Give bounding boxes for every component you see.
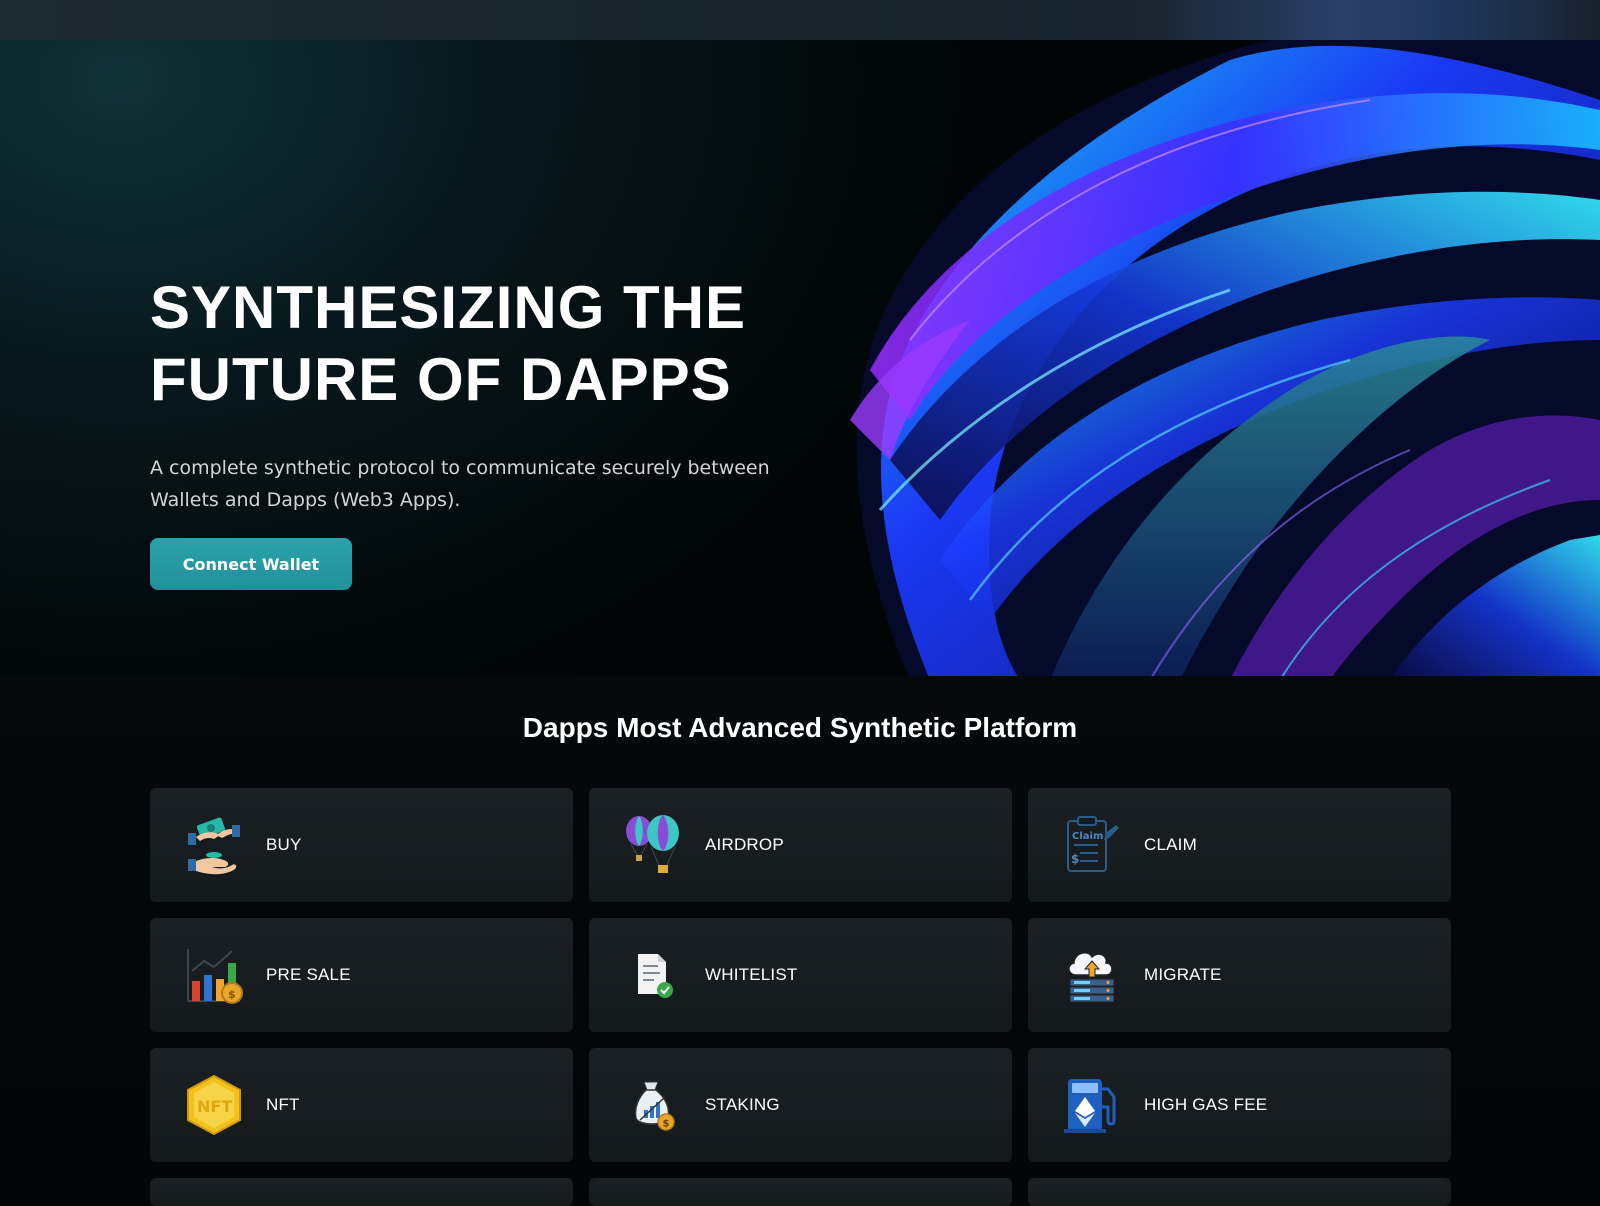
svg-text:$: $ (1071, 852, 1079, 866)
feature-card-pre-sale[interactable]: $ PRE SALE (150, 918, 573, 1032)
hero-section: SYNTHESIZING THE FUTURE OF DAPPS A compl… (0, 40, 1600, 676)
hero-title: SYNTHESIZING THE FUTURE OF DAPPS (150, 274, 747, 413)
nft-hexagon-icon: NFT (182, 1073, 246, 1137)
platform-section: Dapps Most Advanced Synthetic Platform B… (0, 676, 1600, 1206)
feature-card-claim[interactable]: Claim $ CLAIM (1028, 788, 1451, 902)
feature-label: AIRDROP (705, 835, 784, 854)
feature-card-partial[interactable] (1028, 1178, 1451, 1206)
abstract-ribbons-image (850, 40, 1600, 676)
section-title: Dapps Most Advanced Synthetic Platform (522, 712, 1078, 743)
svg-text:Claim: Claim (1072, 831, 1103, 842)
feature-label: PRE SALE (266, 965, 351, 984)
svg-text:NFT: NFT (197, 1097, 232, 1116)
feature-card-migrate[interactable]: MIGRATE (1028, 918, 1451, 1032)
money-bag-chart-icon: $ (621, 1073, 685, 1137)
feature-card-whitelist[interactable]: WHITELIST (589, 918, 1012, 1032)
feature-label: NFT (266, 1095, 300, 1114)
feature-label: BUY (266, 835, 302, 854)
feature-label: STAKING (705, 1095, 780, 1114)
feature-card-partial[interactable] (150, 1178, 573, 1206)
feature-grid: BUY AIRDROP Claim $ CLAIM $ PRE SALE WHI… (150, 788, 1451, 1206)
feature-label: WHITELIST (705, 965, 798, 984)
feature-label: HIGH GAS FEE (1144, 1095, 1268, 1114)
connect-wallet-button[interactable]: Connect Wallet (150, 538, 352, 590)
cloud-upload-server-icon (1060, 943, 1124, 1007)
feature-card-staking[interactable]: $ STAKING (589, 1048, 1012, 1162)
feature-label: MIGRATE (1144, 965, 1222, 984)
bar-chart-coin-icon: $ (182, 943, 246, 1007)
handshake-money-icon (182, 813, 246, 877)
hero-content: SYNTHESIZING THE FUTURE OF DAPPS A compl… (150, 272, 850, 590)
feature-card-high-gas-fee[interactable]: HIGH GAS FEE (1028, 1048, 1451, 1162)
balloons-icon (621, 813, 685, 877)
feature-card-nft[interactable]: NFT NFT (150, 1048, 573, 1162)
feature-label: CLAIM (1144, 835, 1197, 854)
top-navbar (0, 0, 1600, 40)
feature-card-partial[interactable] (589, 1178, 1012, 1206)
svg-text:$: $ (663, 1119, 670, 1130)
svg-text:$: $ (228, 988, 236, 1001)
feature-card-airdrop[interactable]: AIRDROP (589, 788, 1012, 902)
hero-subtitle: A complete synthetic protocol to communi… (150, 457, 770, 511)
claim-clipboard-icon: Claim $ (1060, 813, 1124, 877)
ethereum-gas-pump-icon (1060, 1073, 1124, 1137)
document-check-icon (621, 943, 685, 1007)
feature-card-buy[interactable]: BUY (150, 788, 573, 902)
